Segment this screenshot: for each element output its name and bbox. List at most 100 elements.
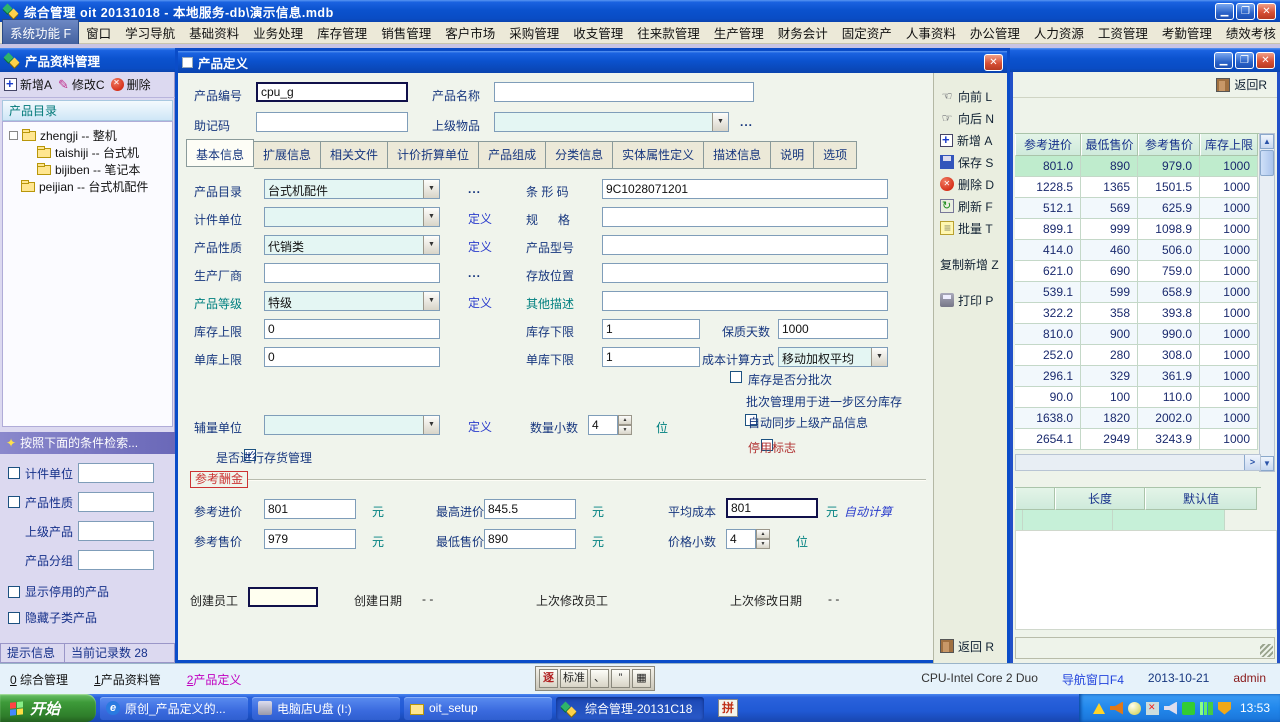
tab[interactable]: 产品组成 (479, 141, 546, 169)
table-row[interactable]: 296.1329361.91000 (1015, 366, 1261, 387)
menu-item[interactable]: 库存管理 (310, 20, 374, 45)
return-button[interactable]: 返回 R (934, 635, 994, 657)
print-button[interactable]: 打印 P (934, 289, 1007, 311)
unit-filter-input[interactable] (78, 463, 154, 483)
resize-grip[interactable] (1260, 644, 1273, 657)
table-row[interactable]: 539.1599658.91000 (1015, 282, 1261, 303)
store-min-input[interactable] (602, 347, 700, 367)
scrollbar-thumb[interactable] (1260, 150, 1274, 176)
column-header[interactable]: 库存上限 (1200, 134, 1258, 156)
menu-item[interactable]: 客户市场 (438, 20, 502, 45)
horizontal-scrollbar[interactable]: > (1015, 454, 1261, 471)
table-row[interactable]: 801.0890979.01000 (1015, 156, 1261, 177)
catalog-combo[interactable]: 台式机配件▼ (264, 179, 440, 199)
ref-out-input[interactable] (264, 529, 356, 549)
unit-define-link[interactable]: 定义 (468, 210, 492, 227)
qty-dec-stepper[interactable]: ▲▼ (588, 415, 632, 435)
nature-define-link[interactable]: 定义 (468, 238, 492, 255)
menu-item[interactable]: 系统功能 F (2, 19, 79, 46)
spin-down-icon[interactable]: ▼ (618, 425, 632, 435)
tab-main[interactable]: 0 综合管理 (10, 671, 68, 688)
audio-icon[interactable] (1164, 702, 1177, 715)
menu-item[interactable]: 人事资料 (899, 20, 963, 45)
new-button[interactable]: 新增 A (934, 129, 1007, 151)
tab[interactable]: 实体属性定义 (613, 141, 704, 169)
taskbar-item-active[interactable]: 综合管理-20131C18 (556, 697, 704, 720)
tab-product-definition[interactable]: 2产品定义 (187, 671, 242, 688)
volume-icon[interactable] (1110, 702, 1123, 715)
menu-item[interactable]: 生产管理 (707, 20, 771, 45)
tree-item[interactable]: bijiben -- 笔记本 (3, 161, 172, 178)
messenger-icon[interactable] (1128, 702, 1141, 715)
chevron-down-icon[interactable]: ▼ (423, 416, 439, 434)
menu-item[interactable]: 人力资源 (1027, 20, 1091, 45)
tab[interactable]: 描述信息 (704, 141, 771, 169)
catalog-more-button[interactable]: ... (468, 182, 481, 196)
table-row[interactable]: 621.0690759.01000 (1015, 261, 1261, 282)
chevron-down-icon[interactable]: ▼ (423, 208, 439, 226)
column-header[interactable]: 长度 (1055, 488, 1145, 510)
child-close-button[interactable]: ✕ (1256, 52, 1275, 69)
table-row[interactable]: 899.19991098.91000 (1015, 219, 1261, 240)
ime-punct-icon[interactable]: 、 (590, 669, 609, 688)
delete-button[interactable]: 删除 (111, 76, 151, 93)
desc-input[interactable] (602, 291, 888, 311)
spin-up-icon[interactable]: ▲ (618, 415, 632, 425)
column-header[interactable]: 默认值 (1145, 488, 1257, 510)
menu-item[interactable]: 窗口 (79, 20, 118, 45)
hint-label[interactable]: 提示信息 (0, 643, 64, 663)
table-row[interactable]: 322.2358393.81000 (1015, 303, 1261, 324)
ime-keyboard-icon[interactable]: ▦ (632, 669, 651, 688)
price-dec-stepper[interactable]: ▲▼ (726, 529, 770, 549)
scroll-down-icon[interactable]: ▼ (1260, 456, 1274, 471)
tree-item[interactable]: zhengji -- 整机 (3, 127, 172, 144)
batch-checkbox[interactable] (730, 371, 742, 383)
hide-subclass-checkbox[interactable] (8, 612, 20, 624)
save-button[interactable]: 保存 S (934, 151, 1007, 173)
table-row[interactable] (1015, 510, 1261, 531)
column-header[interactable]: 参考进价 (1015, 134, 1081, 156)
menu-item[interactable]: 绩效考核 (1219, 20, 1280, 45)
table-row[interactable]: 2654.129493243.91000 (1015, 429, 1261, 450)
ime-mode-icon[interactable]: 逐 (539, 669, 558, 688)
edit-button[interactable]: 修改C (58, 76, 105, 93)
scroll-up-icon[interactable]: ▲ (1260, 134, 1274, 149)
maximize-button[interactable]: ❐ (1236, 3, 1255, 20)
table-row[interactable]: 810.0900990.01000 (1015, 324, 1261, 345)
menu-item[interactable]: 销售管理 (374, 20, 438, 45)
taskbar-item[interactable]: 电脑店U盘 (I:) (252, 697, 400, 720)
chevron-down-icon[interactable]: ▼ (423, 180, 439, 198)
parent-combo[interactable]: ▼ (494, 112, 729, 132)
tree-item[interactable]: peijian -- 台式机配件 (3, 178, 172, 195)
update-icon[interactable] (1182, 702, 1195, 715)
maker-input[interactable] (264, 263, 440, 283)
menu-item[interactable]: 往来款管理 (630, 20, 707, 45)
tab[interactable]: 说明 (771, 141, 814, 169)
security-shield-icon[interactable] (1218, 702, 1231, 715)
menu-item[interactable]: 业务处理 (246, 20, 310, 45)
menu-item[interactable]: 工资管理 (1091, 20, 1155, 45)
table-row[interactable]: 1638.018202002.01000 (1015, 408, 1261, 429)
show-disabled-checkbox[interactable] (8, 586, 20, 598)
spec-input[interactable] (602, 207, 888, 227)
unit-combo[interactable]: ▼ (264, 207, 440, 227)
code-input[interactable] (256, 82, 408, 102)
tab[interactable]: 计价折算单位 (388, 141, 479, 169)
spin-up-icon[interactable]: ▲ (756, 529, 770, 539)
aux-unit-combo[interactable]: ▼ (264, 415, 440, 435)
batch-button[interactable]: 批量 T (934, 217, 1007, 239)
shelf-input[interactable] (778, 319, 888, 339)
table-row[interactable]: 512.1569625.91000 (1015, 198, 1261, 219)
tab[interactable]: 基本信息 (186, 139, 254, 167)
maker-more-button[interactable]: ... (468, 266, 481, 280)
tab-product-panel[interactable]: 1产品资料管 (94, 671, 161, 688)
chevron-down-icon[interactable]: ▼ (712, 113, 728, 131)
language-indicator[interactable]: 拼 (718, 699, 738, 717)
avg-cost-input[interactable] (726, 498, 818, 518)
aux-unit-define-link[interactable]: 定义 (468, 418, 492, 435)
network-error-icon[interactable] (1146, 702, 1159, 715)
tab[interactable]: 扩展信息 (254, 141, 321, 169)
list-return-button[interactable]: 返回R (1234, 76, 1267, 93)
table-row[interactable]: 414.0460506.01000 (1015, 240, 1261, 261)
menu-item[interactable]: 办公管理 (963, 20, 1027, 45)
